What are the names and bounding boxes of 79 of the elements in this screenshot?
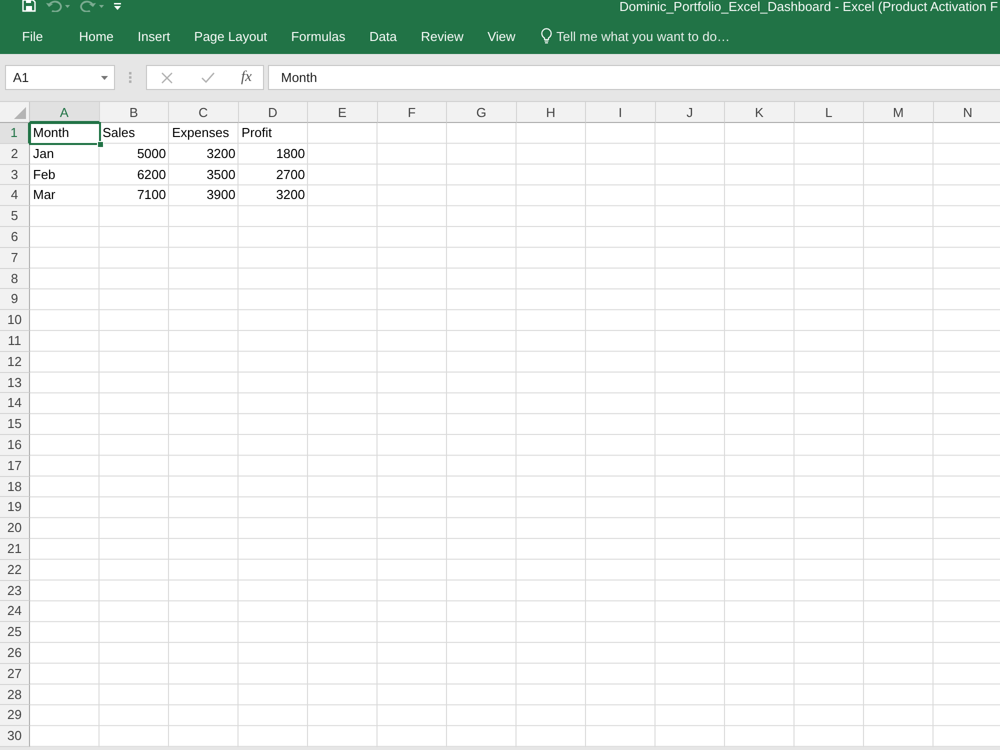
row-header[interactable]: 10 [0,310,30,331]
ribbon-tab[interactable]: Data [357,24,409,48]
row-header[interactable]: 17 [0,456,30,477]
column-header[interactable]: C [169,102,238,123]
row-header[interactable]: 15 [0,414,30,435]
select-all-triangle-icon[interactable] [14,107,26,119]
column-header[interactable]: D [238,102,308,123]
row-header[interactable]: 4 [0,185,30,206]
column-header[interactable]: H [516,102,586,123]
row-header[interactable]: 26 [0,642,30,664]
table-cell-text: Sales [102,124,136,142]
row-header[interactable]: 11 [0,330,30,352]
table-cell-text: 3900 [206,186,236,204]
row-header[interactable]: 25 [0,622,30,643]
tell-me-search-field[interactable]: Tell me what you want to do… [552,26,756,46]
row-header[interactable]: 3 [0,164,30,186]
row-header[interactable]: 24 [0,601,30,622]
vertical-dots-icon [129,72,132,83]
row-header[interactable]: 30 [0,726,30,747]
row-header[interactable]: 20 [0,518,30,539]
row-header[interactable]: 2 [0,144,30,165]
row-header[interactable]: 12 [0,352,30,373]
row-header[interactable]: 13 [0,372,30,394]
name-box[interactable]: A1 [5,65,115,90]
table-cell-text: Mar [32,186,56,204]
table-cell-text: 3200 [206,144,236,163]
ribbon-tab[interactable]: Formulas [279,24,358,48]
column-header[interactable]: E [308,102,378,123]
customize-caret-icon[interactable] [114,3,121,11]
formula-input[interactable]: Month [268,65,1000,90]
row-header[interactable]: 16 [0,434,30,456]
column-header[interactable]: B [100,102,169,123]
table-cell-text: Profit [240,124,273,142]
row-header[interactable]: 6 [0,226,30,248]
table-cell-text: 1800 [275,144,306,163]
column-header[interactable]: L [794,102,864,123]
row-header[interactable]: 5 [0,206,30,227]
window-title: Dominic_Portfolio_Excel_Dashboard - Excel (Product Activation F [619,0,999,13]
row-header[interactable]: 19 [0,497,30,518]
table-cell-text: Jan [32,144,55,163]
row-header[interactable]: 8 [0,268,30,290]
column-header[interactable]: I [586,102,656,123]
row-header[interactable]: 21 [0,538,30,560]
insert-function-button[interactable]: fx [239,69,254,86]
caret-icon[interactable] [101,76,108,80]
column-header[interactable]: A [30,102,100,123]
table-cell-text: 3500 [206,166,236,184]
ribbon-tab[interactable]: Home [66,24,126,48]
table-cell-text: 7100 [136,186,167,204]
column-header[interactable]: F [378,102,447,123]
row-header[interactable]: 1 [0,123,30,144]
table-cell-text: Feb [32,166,56,184]
ribbon-tab[interactable]: Insert [126,24,182,48]
row-header[interactable]: 23 [0,580,30,602]
table-cell-text: 6200 [136,166,167,184]
ribbon-tab[interactable]: Page Layout [182,24,280,48]
row-header[interactable]: 27 [0,664,30,685]
row-header[interactable]: 29 [0,705,30,726]
table-cell-text: Expenses [171,124,230,142]
column-header[interactable]: J [656,102,725,123]
row-header[interactable]: 18 [0,476,30,498]
ribbon-tab[interactable]: File [10,24,55,48]
row-header[interactable]: 22 [0,560,30,581]
save-icon[interactable] [22,0,36,12]
column-header[interactable]: G [447,102,516,123]
row-header[interactable]: 9 [0,289,30,310]
table-cell: Month [30,123,100,144]
column-header[interactable]: K [725,102,794,123]
row-header[interactable]: 28 [0,684,30,706]
ribbon-tab[interactable]: Review [408,24,476,48]
table-cell-text: 5000 [136,144,167,163]
table-cell-text: 3200 [275,186,306,204]
column-header[interactable]: N [934,102,1000,123]
row-header[interactable]: 14 [0,393,30,414]
row-header[interactable]: 7 [0,248,30,269]
lightbulb-icon [541,28,552,44]
ribbon-tab[interactable]: View [475,24,528,48]
table-cell-text: 2700 [275,166,306,184]
column-header[interactable]: M [864,102,934,123]
